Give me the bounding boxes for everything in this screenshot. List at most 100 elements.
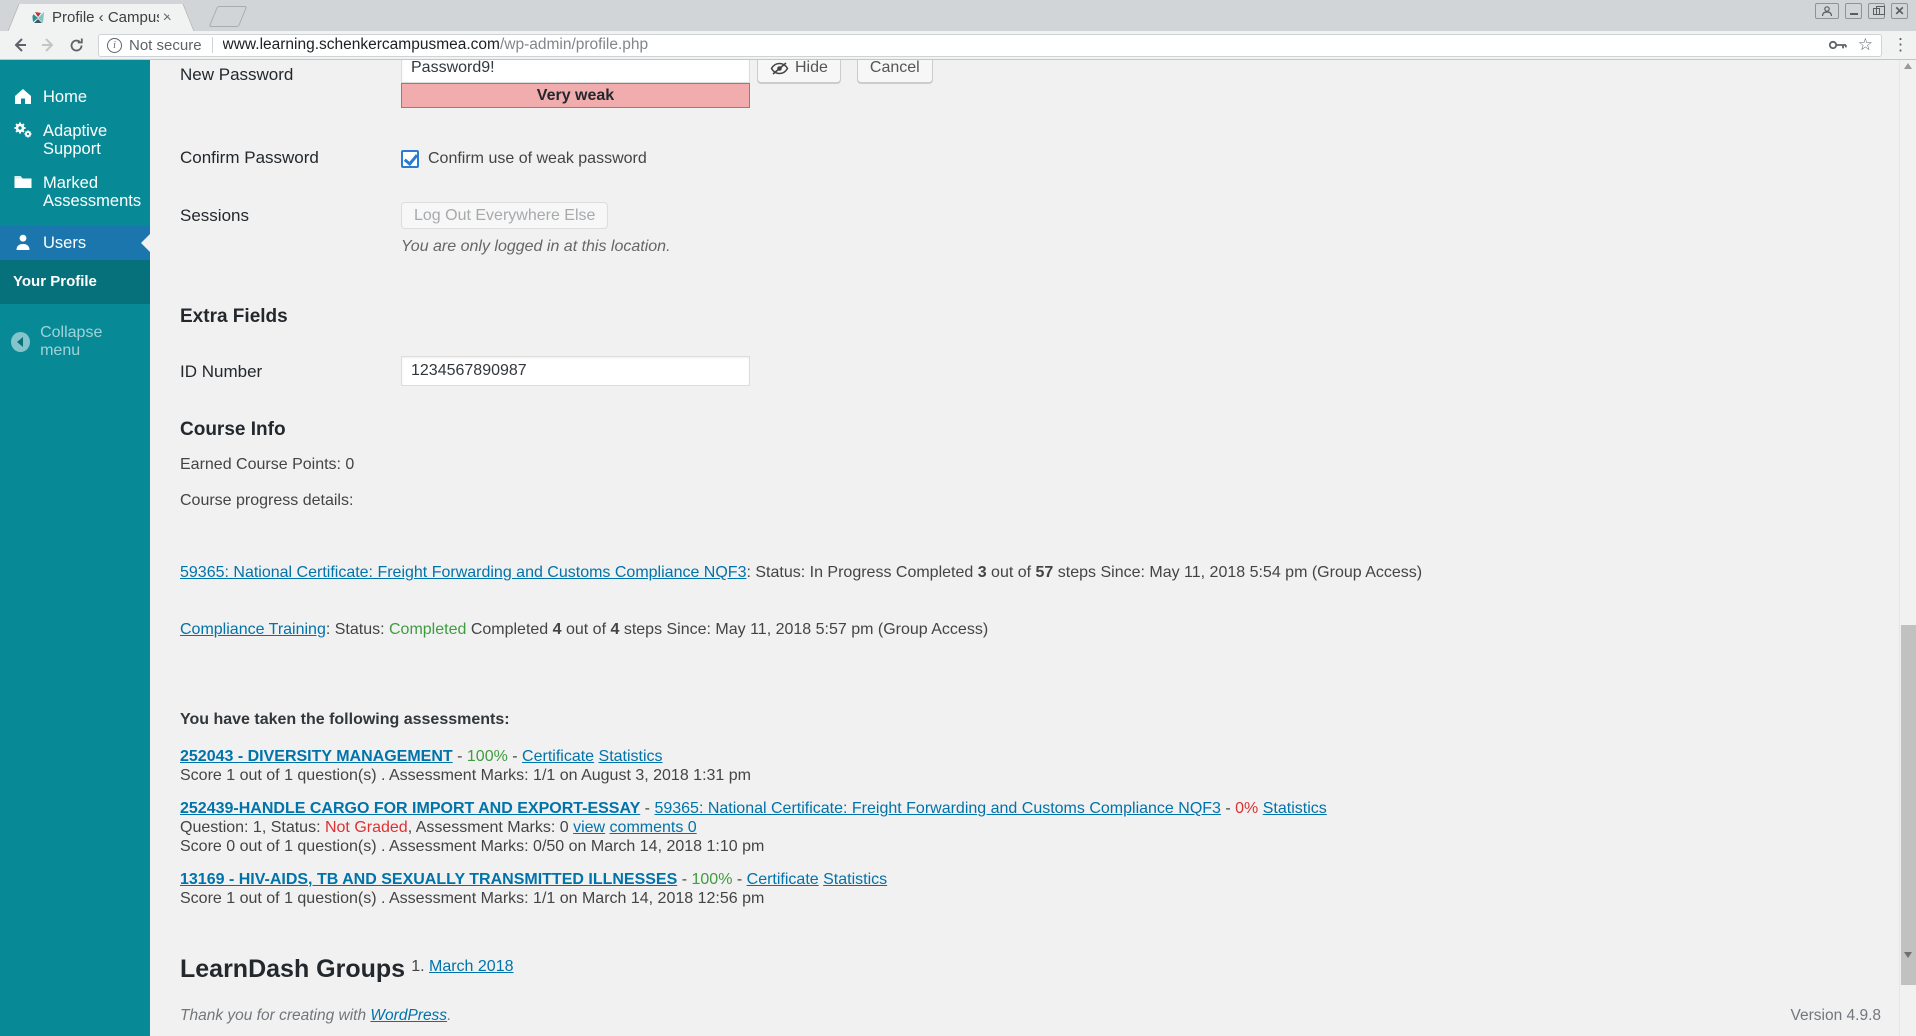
forward-icon[interactable] [36,33,60,57]
browser-tab[interactable]: Profile ‹ Campus MEA On × [22,4,180,31]
hide-button-label: Hide [795,60,828,76]
sidebar-item-home[interactable]: Home [0,80,150,114]
weak-password-checkbox-label[interactable]: Confirm use of weak password [428,150,647,168]
back-icon[interactable] [8,33,32,57]
hide-password-button[interactable]: Hide [757,60,841,83]
users-icon [16,234,30,250]
assessment-item: 252043 - DIVERSITY MANAGEMENT - 100% - C… [180,747,1899,785]
cancel-button-label: Cancel [869,60,920,76]
question-text: Question: 1, Status: [180,819,325,836]
course-link[interactable]: Compliance Training [180,621,326,638]
collapse-arrow-icon [11,332,31,352]
certificate-link[interactable]: Certificate [747,871,819,888]
separator: - [732,871,747,888]
view-link[interactable]: view [573,819,605,836]
course-status-text: : Status: In Progress Completed [746,564,978,581]
course-progress-label: Course progress details: [180,492,354,509]
sidebar-item-marked-assessments[interactable]: Marked Assessments [0,166,150,218]
course-link[interactable]: 59365: National Certificate: Freight For… [180,564,746,581]
assessment-percent: 100% [466,748,508,765]
course-progress-row: Compliance Training: Status: Completed C… [180,620,1899,639]
window-restore-button[interactable] [1868,3,1885,19]
security-label[interactable]: Not secure [129,37,202,54]
assessment-course-link[interactable]: 59365: National Certificate: Freight For… [654,800,1220,817]
footer-thanks-text: . [447,1007,452,1024]
sidebar-subitem-your-profile[interactable]: Your Profile [0,260,150,304]
folder-icon [14,176,32,188]
bookmark-star-icon[interactable]: ☆ [1858,35,1873,55]
statistics-link[interactable]: Statistics [1263,800,1327,817]
course-status-text: Completed [466,621,553,638]
admin-footer: Thank you for creating with WordPress. V… [180,1007,1881,1025]
browser-menu-icon[interactable]: ⋮ [1892,35,1909,55]
new-password-input[interactable] [401,60,750,83]
version-label: Version 4.9.8 [1790,1007,1881,1024]
statistics-link[interactable]: Statistics [599,748,663,765]
sessions-note: You are only logged in at this location. [401,238,671,255]
sidebar-item-label: Marked Assessments [43,174,142,210]
collapse-menu-label: Collapse menu [40,324,103,359]
assessment-title-link[interactable]: 13169 - HIV-AIDS, TB AND SEXUALLY TRANSM… [180,871,677,888]
tab-title: Profile ‹ Campus MEA On [52,9,159,26]
new-tab-button[interactable] [208,6,248,27]
scrollbar-down-icon[interactable] [1904,952,1912,958]
confirm-password-label: Confirm Password [180,148,319,167]
comments-link[interactable]: comments 0 [610,819,697,836]
steps-completed: 4 [552,621,562,638]
separator: - [507,748,523,765]
wordpress-link[interactable]: WordPress [370,1007,447,1024]
sidebar-item-adaptive-support[interactable]: Adaptive Support [0,114,150,166]
sidebar-item-users[interactable]: Users [0,226,150,260]
key-icon[interactable] [1828,39,1848,51]
assessment-percent: 0% [1235,800,1259,817]
weak-password-checkbox[interactable] [401,149,419,168]
url-path: /wp-admin/profile.php [499,36,649,53]
address-bar[interactable]: i Not secure www.learning.schenkercampus… [98,33,1882,57]
window-minimize-button[interactable] [1845,3,1862,19]
window-close-button[interactable]: ✕ [1891,3,1908,19]
url-text[interactable]: www.learning.schenkercampusmea.com/wp-ad… [223,36,1828,54]
learndash-groups-section: LearnDash Groups March 2018 [180,955,1899,984]
learndash-groups-heading: LearnDash Groups [180,955,406,983]
group-link[interactable]: March 2018 [429,958,514,975]
admin-sidebar: Home Adaptive Support Marked Assessments… [0,60,150,1036]
tab-close-icon[interactable]: × [163,9,172,26]
statistics-link[interactable]: Statistics [823,871,887,888]
course-status-text: out of [561,621,611,638]
password-strength-meter: Very weak [401,83,750,108]
id-number-input[interactable] [401,356,750,386]
assessment-item: 13169 - HIV-AIDS, TB AND SEXUALLY TRANSM… [180,870,1899,908]
assessment-title-link[interactable]: 252043 - DIVERSITY MANAGEMENT [180,748,453,765]
assessment-score: Score 1 out of 1 question(s) . Assessmen… [180,890,765,907]
refresh-icon[interactable] [64,33,88,57]
new-password-label: New Password [180,65,294,84]
collapse-menu-button[interactable]: Collapse menu [0,316,150,368]
group-list-item: March 2018 [429,958,514,976]
scrollbar-thumb[interactable] [1901,625,1916,985]
separator: - [677,871,692,888]
course-status-text: steps Since: May 11, 2018 5:54 pm (Group… [1053,564,1423,581]
info-icon[interactable]: i [107,37,122,53]
sessions-label: Sessions [180,206,249,225]
assessment-item: 252439-HANDLE CARGO FOR IMPORT AND EXPOR… [180,799,1899,856]
course-progress-row: 59365: National Certificate: Freight For… [180,563,1899,582]
course-progress-list: 59365: National Certificate: Freight For… [180,525,1899,677]
logout-everywhere-button[interactable]: Log Out Everywhere Else [401,202,609,229]
certificate-link[interactable]: Certificate [522,748,594,765]
cancel-password-button[interactable]: Cancel [856,60,933,83]
gears-icon [14,122,32,138]
eye-slash-icon [770,61,789,75]
browser-profile-icon[interactable] [1815,3,1839,19]
footer-thanks: Thank you for creating with WordPress. [180,1007,451,1025]
url-separator [211,37,213,53]
separator: - [640,800,655,817]
sidebar-subitem-label: Your Profile [13,273,97,290]
url-host: www.learning.schenkercampusmea.com [222,36,500,53]
scrollbar-up-icon[interactable] [1904,63,1912,69]
course-status-text: out of [986,564,1036,581]
page-scrollbar[interactable] [1899,60,1916,1036]
assessment-title-link[interactable]: 252439-HANDLE CARGO FOR IMPORT AND EXPOR… [180,800,640,817]
sidebar-item-label: Users [43,234,87,252]
assessment-score: Score 0 out of 1 question(s) . Assessmen… [180,838,765,855]
sidebar-item-label: Home [43,88,88,106]
